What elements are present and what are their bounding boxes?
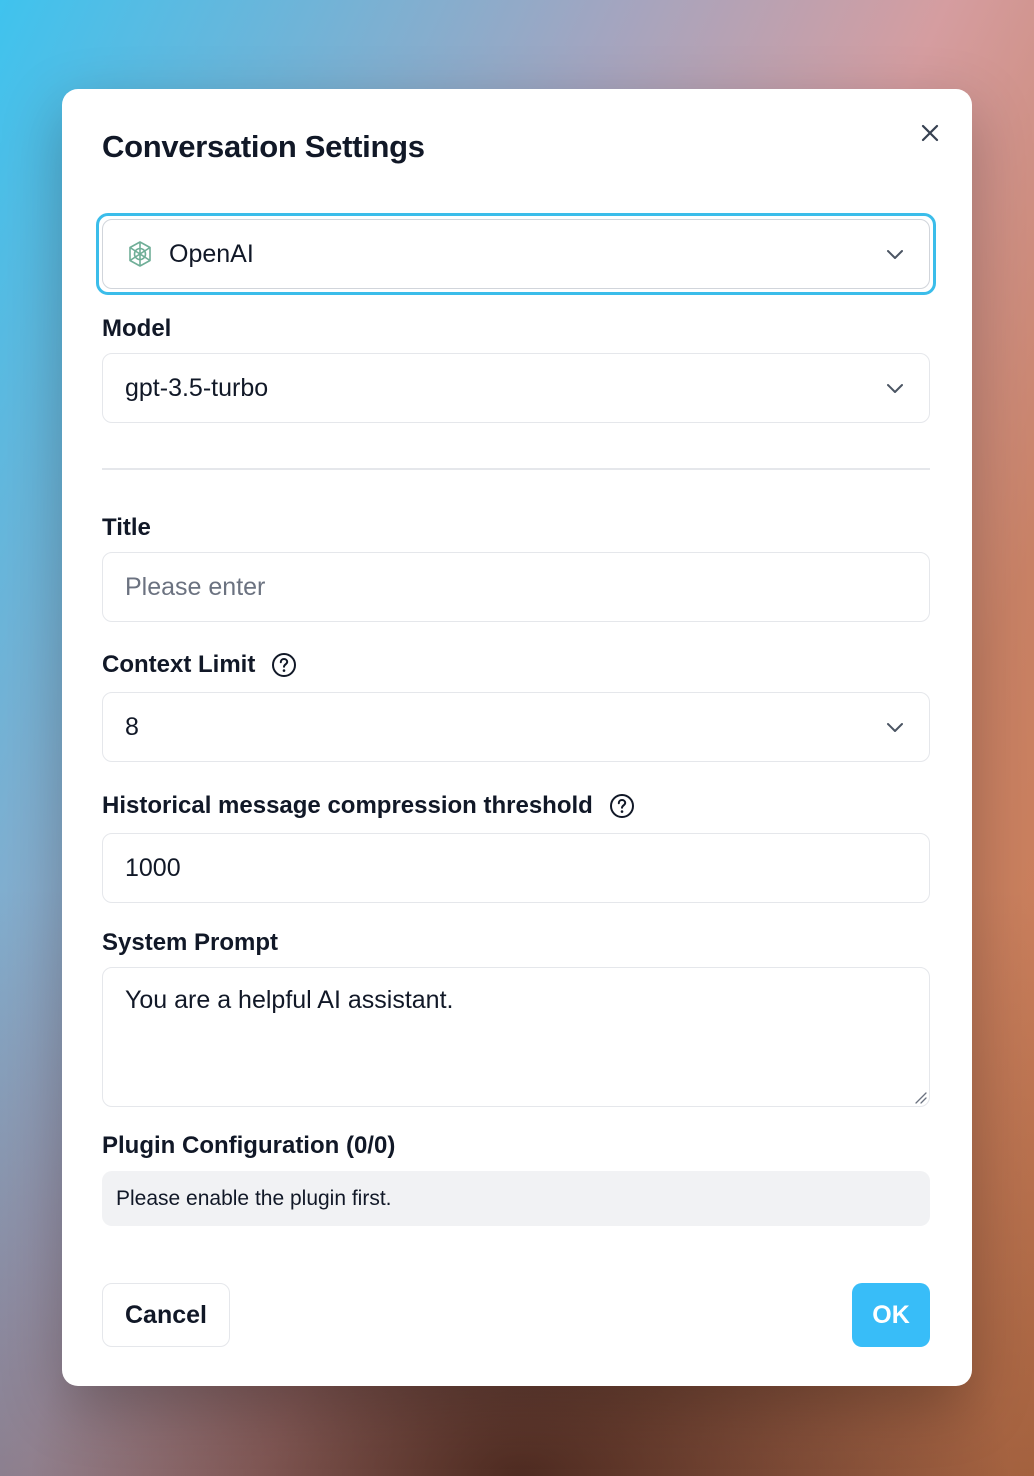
provider-selected-value: OpenAI	[169, 239, 254, 268]
chevron-down-icon	[887, 384, 903, 393]
system-prompt-textarea[interactable]: You are a helpful AI assistant.	[102, 967, 930, 1107]
ok-button[interactable]: OK	[852, 1283, 930, 1347]
context-limit-select[interactable]: 8	[102, 692, 930, 762]
model-label: Model	[102, 315, 172, 342]
plugin-configuration-label: Plugin Configuration (0/0)	[102, 1132, 396, 1159]
provider-select[interactable]: OpenAI	[102, 219, 930, 289]
model-selected-value: gpt-3.5-turbo	[125, 373, 269, 402]
compression-threshold-input[interactable]: 1000	[102, 833, 930, 903]
close-button[interactable]	[916, 119, 944, 147]
title-input-placeholder: Please enter	[125, 572, 266, 601]
plugin-empty-note-text: Please enable the plugin first.	[116, 1186, 392, 1210]
chevron-down-icon	[887, 250, 903, 259]
openai-logo-icon	[125, 239, 155, 269]
section-divider	[102, 468, 930, 470]
context-limit-label-text: Context Limit	[102, 651, 256, 678]
plugin-empty-note: Please enable the plugin first.	[102, 1171, 930, 1226]
context-limit-label: Context Limit	[102, 651, 297, 679]
cancel-button[interactable]: Cancel	[102, 1283, 230, 1347]
help-icon[interactable]	[609, 793, 635, 819]
help-icon[interactable]	[271, 652, 297, 678]
dialog-title: Conversation Settings	[102, 129, 425, 164]
title-label: Title	[102, 514, 151, 541]
compression-threshold-label: Historical message compression threshold	[102, 792, 635, 820]
chevron-down-icon	[887, 723, 903, 732]
title-input[interactable]: Please enter	[102, 552, 930, 622]
system-prompt-value: You are a helpful AI assistant.	[125, 986, 454, 1014]
context-limit-selected-value: 8	[125, 712, 139, 741]
model-select[interactable]: gpt-3.5-turbo	[102, 353, 930, 423]
close-icon	[921, 124, 939, 142]
system-prompt-label: System Prompt	[102, 929, 279, 956]
resize-handle-icon[interactable]	[913, 1090, 927, 1104]
compression-threshold-value: 1000	[125, 853, 181, 882]
compression-threshold-label-text: Historical message compression threshold	[102, 792, 593, 819]
conversation-settings-dialog: Conversation Settings OpenAI Model gpt-3…	[62, 89, 972, 1386]
